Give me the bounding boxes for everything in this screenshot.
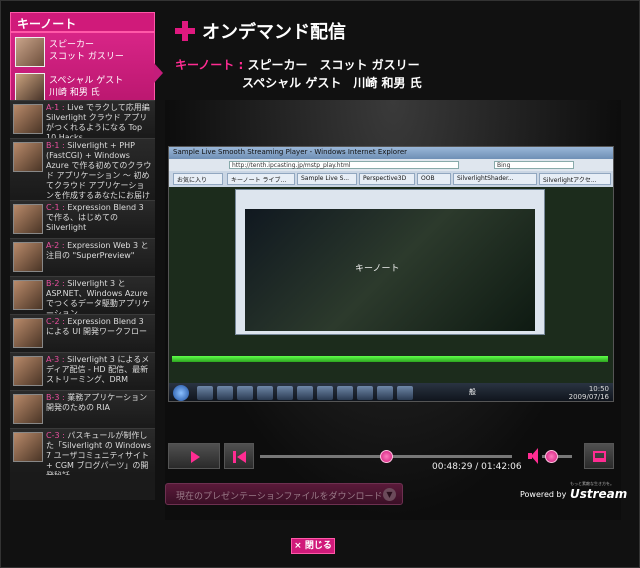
taskbar-app-icon (357, 386, 373, 400)
session-item-a3[interactable]: A-3 : Silverlight 3 によるメディア配信 - HD 配信、最新… (10, 352, 155, 388)
session-item-a2[interactable]: A-2 : Expression Web 3 と注目の "SuperPrevie… (10, 238, 155, 274)
taskbar-clock: 10:50 2009/07/16 (569, 385, 609, 401)
ie-titlebar: Sample Live Smooth Streaming Player - Wi… (169, 147, 613, 159)
clock-date: 2009/07/16 (568, 393, 609, 401)
ime-indicator: 般 (469, 388, 476, 396)
guest-name: 川崎 和男 氏 (49, 88, 100, 98)
player-controls: 00:48:29 / 01:42:06 (168, 440, 614, 474)
session-code: C-1 : (46, 203, 65, 212)
inner-video-label: キーノート (355, 264, 400, 274)
ie-favorites: お気に入り (173, 173, 223, 185)
ie-tab: OOB (417, 173, 451, 185)
play-button[interactable] (168, 443, 220, 469)
session-sidebar: キーノート スピーカー スコット ガスリー スペシャル ゲスト 川崎 和男 氏 … (10, 12, 163, 500)
chevron-down-icon: ▼ (383, 488, 396, 501)
taskbar-app-icon (217, 386, 233, 400)
taskbar-app-icon (257, 386, 273, 400)
inner-player-progress (172, 356, 608, 362)
taskbar-app-icon (197, 386, 213, 400)
session-thumbnail (13, 204, 43, 234)
keynote-speaker-row[interactable]: スピーカー スコット ガスリー (15, 37, 151, 71)
clock-time: 10:50 (588, 385, 609, 393)
taskbar-app-icon (377, 386, 393, 400)
taskbar-app-icon (337, 386, 353, 400)
screen-taskbar: 般 10:50 2009/07/16 (169, 383, 613, 401)
guest-role: スペシャル ゲスト (49, 76, 124, 86)
session-item-a1[interactable]: A-1 : Live でラクして応用編 Silverlight クラウド アプリ… (10, 100, 155, 142)
ustream-logo: Ustream (570, 487, 628, 501)
page-title: オンデマンド配信 (202, 22, 346, 43)
session-item-b1[interactable]: B-1 : Silverlight + PHP (FastCGI) + Wind… (10, 138, 155, 199)
taskbar-app-icon (397, 386, 413, 400)
speaker-text: スピーカー スコット ガスリー (247, 58, 420, 72)
guest-text: スペシャル ゲスト 川崎 和男 氏 (242, 76, 422, 90)
session-code: B-2 : (46, 279, 65, 288)
session-code: A-1 : (46, 103, 65, 112)
session-code: C-2 : (46, 317, 65, 326)
ie-address-input: http://tenth.ipcasting.jp/mstp_play.html (229, 161, 459, 169)
start-orb-icon (173, 385, 189, 401)
download-label: 現在のプレゼンテーションファイルをダウンロード (176, 492, 383, 502)
taskbar-app-icon (277, 386, 293, 400)
keynote-speaker-line: キーノート : スピーカー スコット ガスリー (175, 56, 420, 73)
session-thumbnail (13, 280, 43, 310)
plus-icon (175, 21, 195, 41)
ie-tab: キーノート ライブ... (227, 173, 295, 185)
keynote-label: キーノート : (175, 58, 244, 72)
session-thumbnail (13, 318, 43, 348)
ie-tab: Silverlightアクセ... (539, 173, 611, 185)
volume-slider[interactable] (542, 450, 572, 463)
session-item-b2[interactable]: B-2 : Silverlight 3 と ASP.NET、Windows Az… (10, 276, 155, 318)
session-code: C-3 : (46, 431, 65, 440)
session-thumbnail (13, 432, 43, 462)
session-thumbnail (13, 142, 43, 172)
session-item-c1[interactable]: C-1 : Expression Blend 3 で作る、はじめての Silve… (10, 200, 155, 236)
taskbar-app-icon (297, 386, 313, 400)
selected-pointer-icon (154, 63, 163, 83)
ie-tab: Perspective3D (359, 173, 415, 185)
session-thumbnail (13, 394, 43, 424)
fullscreen-icon (593, 451, 606, 462)
ie-tab: SilverlightShader... (453, 173, 537, 185)
timecode: 00:48:29 / 01:42:06 (432, 462, 522, 472)
taskbar-app-icon (317, 386, 333, 400)
speaker-avatar (15, 37, 45, 67)
ie-address-bar: http://tenth.ipcasting.jp/mstp_play.html… (169, 159, 613, 171)
taskbar-app-icon (237, 386, 253, 400)
session-item-b3[interactable]: B-3 : 業務アプリケーション開発のための RIA (10, 390, 155, 426)
powered-by-text: Powered by (520, 490, 567, 499)
session-code: B-3 : (46, 393, 65, 402)
ie-tab: Sample Live S... (297, 173, 357, 185)
seek-handle[interactable] (380, 450, 393, 463)
session-thumbnail (13, 356, 43, 386)
previous-button[interactable] (224, 443, 254, 469)
seek-bar[interactable] (260, 450, 512, 463)
ie-search-input: Bing (494, 161, 574, 169)
keynote-selected-block[interactable]: スピーカー スコット ガスリー スペシャル ゲスト 川崎 和男 氏 (10, 32, 163, 108)
close-button[interactable]: × 閉じる (291, 538, 335, 554)
speaker-name: スコット ガスリー (49, 52, 124, 62)
session-code: A-3 : (46, 355, 65, 364)
session-thumbnail (13, 104, 43, 134)
video-screen[interactable]: Sample Live Smooth Streaming Player - Wi… (168, 146, 614, 402)
screen-desktop: キーノート (169, 187, 613, 383)
play-icon (191, 451, 200, 463)
previous-icon (233, 451, 236, 463)
volume-handle[interactable] (545, 450, 558, 463)
session-item-c2[interactable]: C-2 : Expression Blend 3 による UI 開発ワークフロー (10, 314, 155, 350)
session-code: A-2 : (46, 241, 65, 250)
session-thumbnail (13, 242, 43, 272)
volume-icon[interactable] (528, 448, 538, 464)
guest-avatar (15, 73, 45, 103)
keynote-header: キーノート (10, 12, 155, 32)
speaker-role: スピーカー (49, 40, 95, 50)
inner-video: キーノート (245, 209, 535, 331)
session-code: B-1 : (46, 141, 65, 150)
download-presentation-button[interactable]: 現在のプレゼンテーションファイルをダウンロード ▼ (165, 483, 403, 505)
session-item-c3[interactable]: C-3 : パスキュールが制作した「Silverlight の Windows … (10, 428, 155, 475)
ie-tab-strip: お気に入り キーノート ライブ... Sample Live S... Pers… (169, 171, 613, 187)
fullscreen-button[interactable] (584, 443, 614, 469)
